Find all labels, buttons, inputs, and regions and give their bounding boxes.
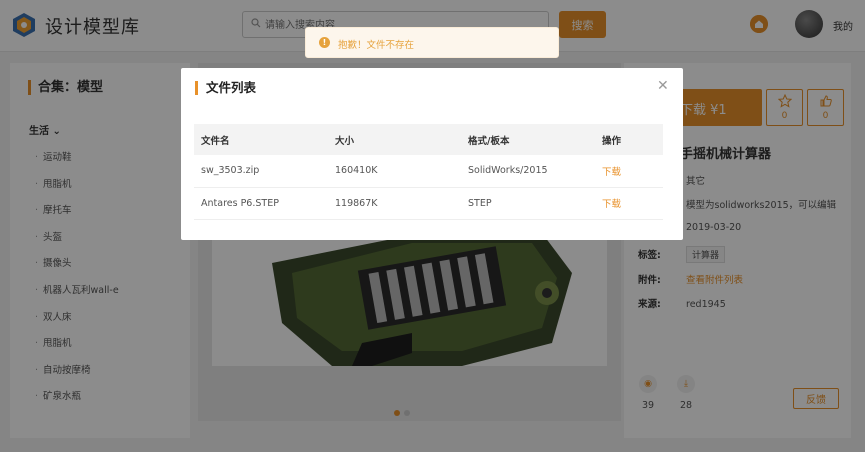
file-download-link[interactable]: 下载 [595,187,663,220]
warning-toast: ! 抱歉！文件不存在 [305,27,559,58]
dialog-title: 文件列表 [195,81,256,95]
file-format: SolidWorks/2015 [461,155,595,188]
table-header-row: 文件名 大小 格式/板本 操作 [194,124,663,155]
file-size: 119867K [328,187,461,220]
column-header-action: 操作 [595,124,663,155]
close-icon[interactable]: ✕ [657,78,669,94]
table-row: Antares P6.STEP 119867K STEP 下载 [194,187,663,220]
toast-message: 抱歉！文件不存在 [338,40,415,51]
file-name: sw_3503.zip [194,155,328,188]
column-header-format: 格式/板本 [461,124,595,155]
file-name: Antares P6.STEP [194,187,328,220]
file-table: 文件名 大小 格式/板本 操作 sw_3503.zip 160410K Soli… [194,124,663,220]
file-list-dialog: 文件列表 ✕ 文件名 大小 格式/板本 操作 sw_3503.zip 16041… [181,68,683,240]
file-size: 160410K [328,155,461,188]
column-header-size: 大小 [328,124,461,155]
file-format: STEP [461,187,595,220]
file-download-link[interactable]: 下载 [595,155,663,188]
column-header-filename: 文件名 [194,124,328,155]
warning-icon: ! [319,37,330,48]
table-row: sw_3503.zip 160410K SolidWorks/2015 下载 [194,155,663,188]
